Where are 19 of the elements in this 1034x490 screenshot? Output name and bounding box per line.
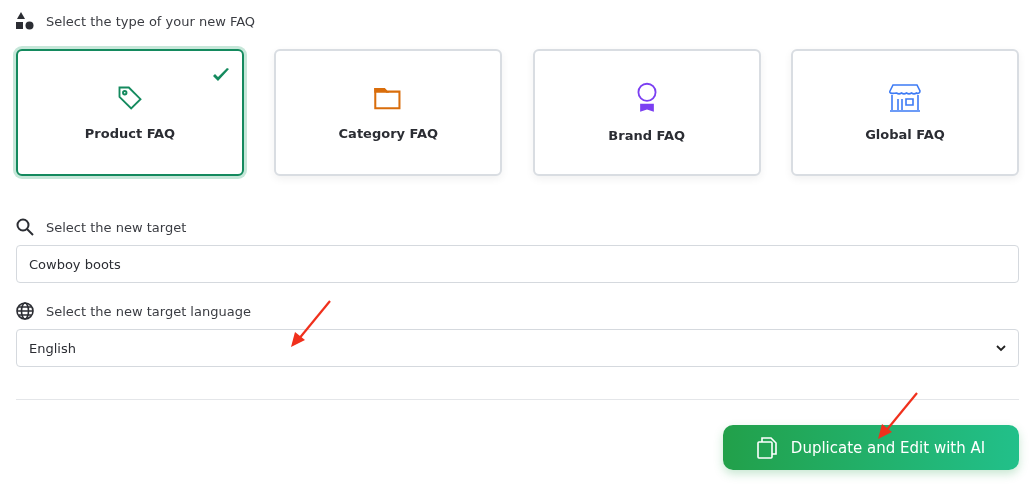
chevron-down-icon xyxy=(996,344,1006,352)
target-input-field[interactable]: Cowboy boots xyxy=(16,245,1019,283)
copy-icon xyxy=(756,436,777,459)
store-icon xyxy=(888,83,922,113)
faq-type-card[interactable]: Global FAQ xyxy=(791,49,1019,176)
annotation-arrow xyxy=(875,390,921,442)
annotation-arrow xyxy=(288,298,334,350)
field-label: Select the new target xyxy=(46,219,187,235)
shapes-icon xyxy=(16,12,34,30)
faq-type-card[interactable]: Brand FAQ xyxy=(532,49,761,176)
section-label: Select the type of your new FAQ xyxy=(46,13,256,29)
field-label: Select the new target language xyxy=(46,303,251,319)
tag-icon xyxy=(116,84,144,112)
globe-icon xyxy=(16,302,34,320)
checkmark-icon xyxy=(212,67,230,83)
language-select[interactable]: English xyxy=(16,329,1019,367)
faq-type-card[interactable]: Category FAQ xyxy=(274,49,503,176)
faq-type-card[interactable]: Product FAQ xyxy=(16,49,244,176)
search-icon xyxy=(16,218,34,236)
